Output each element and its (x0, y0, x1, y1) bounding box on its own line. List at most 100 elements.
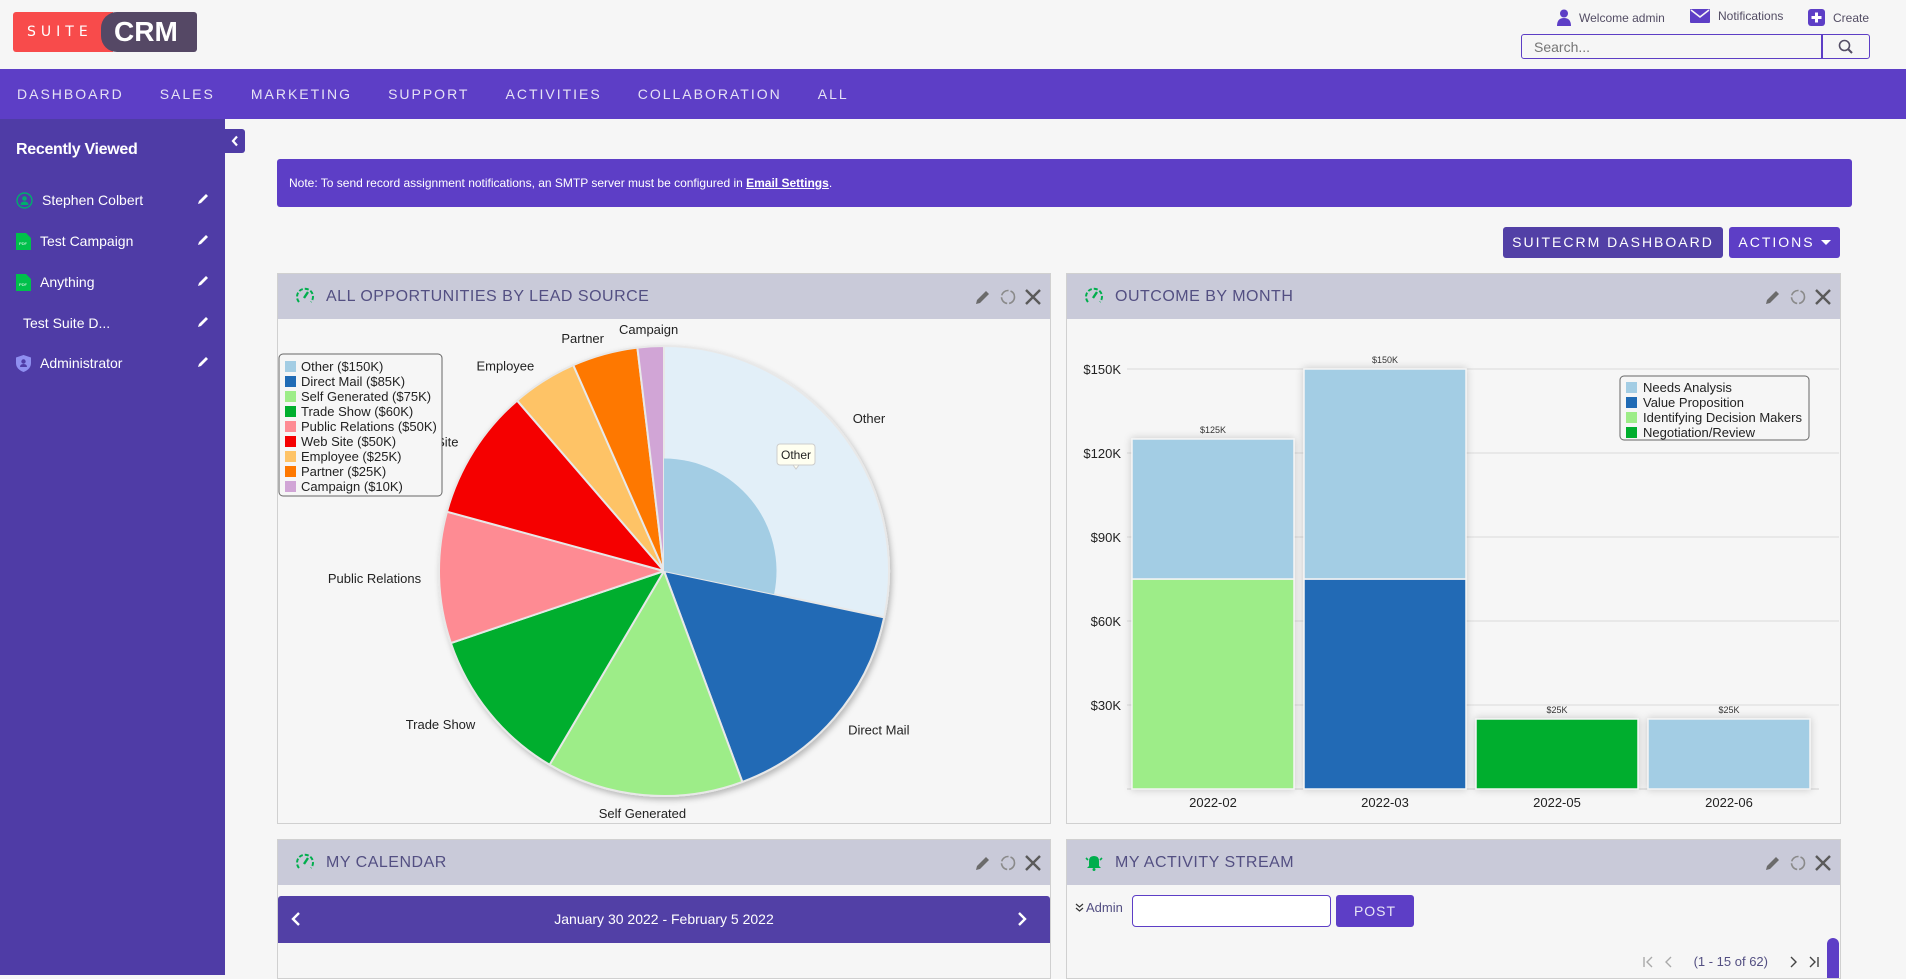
shield-user-icon (16, 354, 31, 372)
chevron-left-icon (231, 135, 238, 147)
user-icon (1557, 9, 1571, 26)
dashlet-header[interactable]: ALL OPPORTUNITIES BY LEAD SOURCE (278, 274, 1050, 319)
nav-all[interactable]: ALL (800, 69, 867, 119)
edit-pencil-icon[interactable] (196, 274, 210, 288)
dashlet-header[interactable]: OUTCOME BY MONTH (1067, 274, 1840, 319)
edit-pencil-icon[interactable] (196, 233, 210, 247)
activity-pagination: (1 - 15 of 62) (1642, 954, 1820, 969)
legend-label: Trade Show ($60K) (301, 404, 413, 419)
y-tick-label: $150K (1083, 362, 1121, 377)
dashlet-outcome-by-month: OUTCOME BY MONTH $30K $60K $90K $120K $150K $… (1066, 273, 1841, 824)
dashlet-my-calendar: MY CALENDAR January 30 2022 - February 5… (277, 839, 1051, 979)
search-button[interactable] (1821, 34, 1870, 59)
welcome-user-link[interactable]: Welcome admin (1557, 9, 1665, 26)
y-tick-label: $30K (1091, 698, 1122, 713)
edit-pencil-icon[interactable] (1764, 854, 1782, 872)
dashlet-title: MY ACTIVITY STREAM (1115, 854, 1295, 871)
edit-pencil-icon[interactable] (974, 288, 992, 306)
edit-pencil-icon[interactable] (196, 192, 210, 206)
nav-dashboard[interactable]: DASHBOARD (0, 69, 142, 119)
sidebar: Recently Viewed Stephen Colbert PDF Test… (0, 119, 225, 975)
recent-item[interactable]: PDF Test Campaign (16, 229, 210, 253)
activity-post-input[interactable] (1132, 895, 1331, 927)
next-page-icon[interactable] (1788, 956, 1798, 968)
pie-legend: Other ($150K)Direct Mail ($85K)Self Gene… (278, 353, 443, 497)
recent-item-label: Test Suite D... (23, 315, 111, 331)
bar-segment[interactable] (1131, 578, 1295, 790)
x-tick-label: 2022-02 (1189, 795, 1237, 810)
close-icon[interactable] (1024, 854, 1042, 872)
notifications-link[interactable]: Notifications (1690, 9, 1783, 23)
legend-swatch (285, 406, 296, 417)
recently-viewed-title: Recently Viewed (16, 141, 138, 158)
nav-activities[interactable]: ACTIVITIES (488, 69, 620, 119)
dashlet-title: MY CALENDAR (326, 854, 447, 871)
legend-label: Employee ($25K) (301, 449, 401, 464)
legend-label: Other ($150K) (301, 359, 383, 374)
close-icon[interactable] (1814, 854, 1832, 872)
sidebar-collapse-button[interactable] (225, 129, 245, 153)
bar-total-label: $150K (1372, 355, 1398, 365)
edit-pencil-icon[interactable] (196, 315, 210, 329)
legend-swatch (285, 466, 296, 477)
activity-user-toggle[interactable]: Admin (1075, 900, 1123, 915)
bar-segment[interactable] (1131, 438, 1295, 580)
recent-item[interactable]: PDF Anything (16, 270, 210, 294)
edit-pencil-icon[interactable] (974, 854, 992, 872)
recent-item[interactable]: Stephen Colbert (16, 188, 210, 212)
legend-swatch (285, 376, 296, 387)
edit-pencil-icon[interactable] (1764, 288, 1782, 306)
legend-swatch (285, 361, 296, 372)
nav-support[interactable]: SUPPORT (370, 69, 487, 119)
chevron-right-icon[interactable] (1016, 911, 1028, 927)
legend-swatch (1626, 397, 1637, 408)
contact-icon (16, 191, 33, 209)
close-icon[interactable] (1814, 288, 1832, 306)
edit-pencil-icon[interactable] (196, 355, 210, 369)
pagination-text: (1 - 15 of 62) (1693, 954, 1768, 969)
dashlet-my-activity-stream: MY ACTIVITY STREAM Admin POST (1 - 15 of… (1066, 839, 1841, 979)
caret-down-icon (1821, 240, 1831, 245)
bar-segment[interactable] (1303, 578, 1467, 790)
create-link[interactable]: Create (1808, 9, 1869, 26)
post-button[interactable]: POST (1336, 895, 1414, 927)
dashlet-header[interactable]: MY ACTIVITY STREAM (1067, 840, 1840, 885)
legend-swatch (285, 421, 296, 432)
nav-collaboration[interactable]: COLLABORATION (620, 69, 800, 119)
page-scrollbar-thumb[interactable] (1827, 938, 1839, 978)
legend-label: Negotiation/Review (1643, 425, 1756, 440)
legend-swatch (1626, 382, 1637, 393)
refresh-icon[interactable] (1789, 854, 1807, 872)
smtp-notice-banner: Note: To send record assignment notifica… (277, 159, 1852, 207)
recent-item[interactable]: Test Suite D... (16, 311, 210, 335)
actions-label: ACTIONS (1738, 234, 1815, 250)
global-search-input[interactable] (1521, 34, 1823, 59)
suitecrm-dashboard-button[interactable]: SUITECRM DASHBOARD (1503, 227, 1723, 258)
legend-swatch (1626, 427, 1637, 438)
x-tick-label: 2022-05 (1533, 795, 1581, 810)
dashlet-header[interactable]: MY CALENDAR (278, 840, 1050, 885)
recent-item[interactable]: Administrator (16, 351, 210, 375)
notice-text: Note: To send record assignment notifica… (289, 176, 747, 190)
previous-page-icon[interactable] (1664, 956, 1674, 968)
first-page-icon[interactable] (1642, 956, 1654, 968)
actions-dropdown-button[interactable]: ACTIONS (1729, 227, 1840, 258)
nav-marketing[interactable]: MARKETING (233, 69, 370, 119)
refresh-icon[interactable] (1789, 288, 1807, 306)
last-page-icon[interactable] (1808, 956, 1820, 968)
bar-segment[interactable] (1303, 368, 1467, 580)
calendar-date-range: January 30 2022 - February 5 2022 (554, 911, 774, 927)
logo-crm-text: CRM (101, 12, 197, 52)
bar-segment[interactable] (1475, 718, 1639, 790)
refresh-icon[interactable] (999, 854, 1017, 872)
recent-item-label: Anything (40, 274, 95, 290)
nav-sales[interactable]: SALES (142, 69, 233, 119)
double-chevron-down-icon (1075, 903, 1084, 912)
email-settings-link[interactable]: Email Settings (746, 176, 829, 190)
close-icon[interactable] (1024, 288, 1042, 306)
recent-item-label: Test Campaign (40, 233, 134, 249)
pie-label: Other (853, 411, 886, 426)
refresh-icon[interactable] (999, 288, 1017, 306)
suitecrm-logo[interactable]: SUITE CRM (13, 12, 197, 52)
bar-segment[interactable] (1647, 718, 1811, 790)
